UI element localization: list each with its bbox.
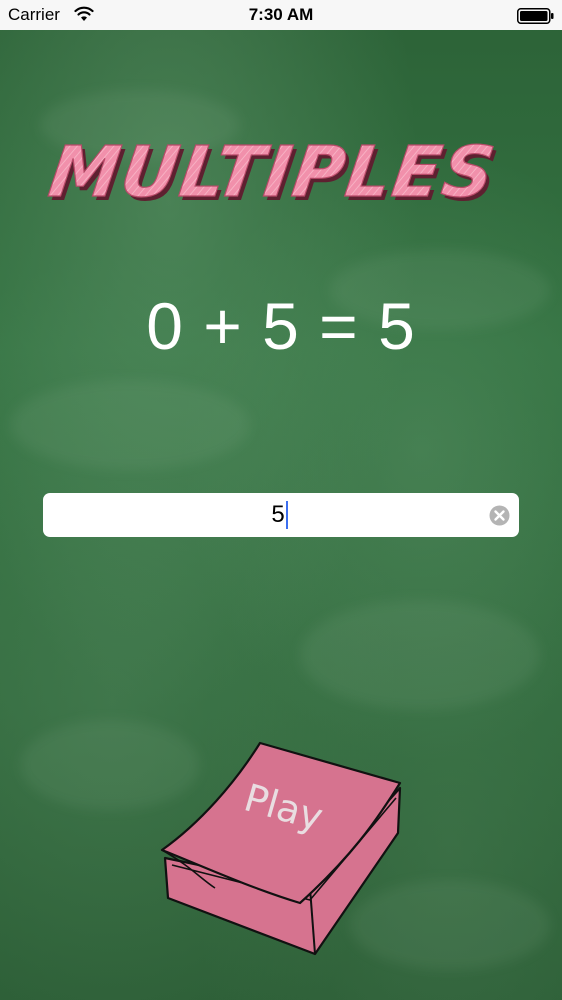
clear-icon[interactable] [489, 505, 510, 526]
answer-input-value-wrapper: 5 [43, 501, 519, 529]
answer-text: 5 [271, 501, 285, 528]
answer-input[interactable]: 5 [43, 493, 519, 537]
app-screen: Carrier 7:30 AM MULTIPLES MULTIPLES 0 + … [0, 0, 562, 1000]
battery-icon [517, 8, 554, 24]
answer-input-value: 5 [271, 501, 290, 529]
chalk-smudge [10, 380, 250, 470]
status-bar: Carrier 7:30 AM [0, 0, 562, 30]
app-title: MULTIPLES MULTIPLES [44, 131, 505, 217]
chalk-smudge [300, 600, 540, 710]
app-title-text: MULTIPLES [44, 131, 501, 213]
book-icon: Play [160, 741, 402, 956]
status-time: 7:30 AM [248, 5, 314, 24]
equation-display: 0 + 5 = 5 [146, 289, 416, 363]
play-button[interactable]: Play [160, 738, 405, 958]
text-caret [285, 501, 288, 529]
